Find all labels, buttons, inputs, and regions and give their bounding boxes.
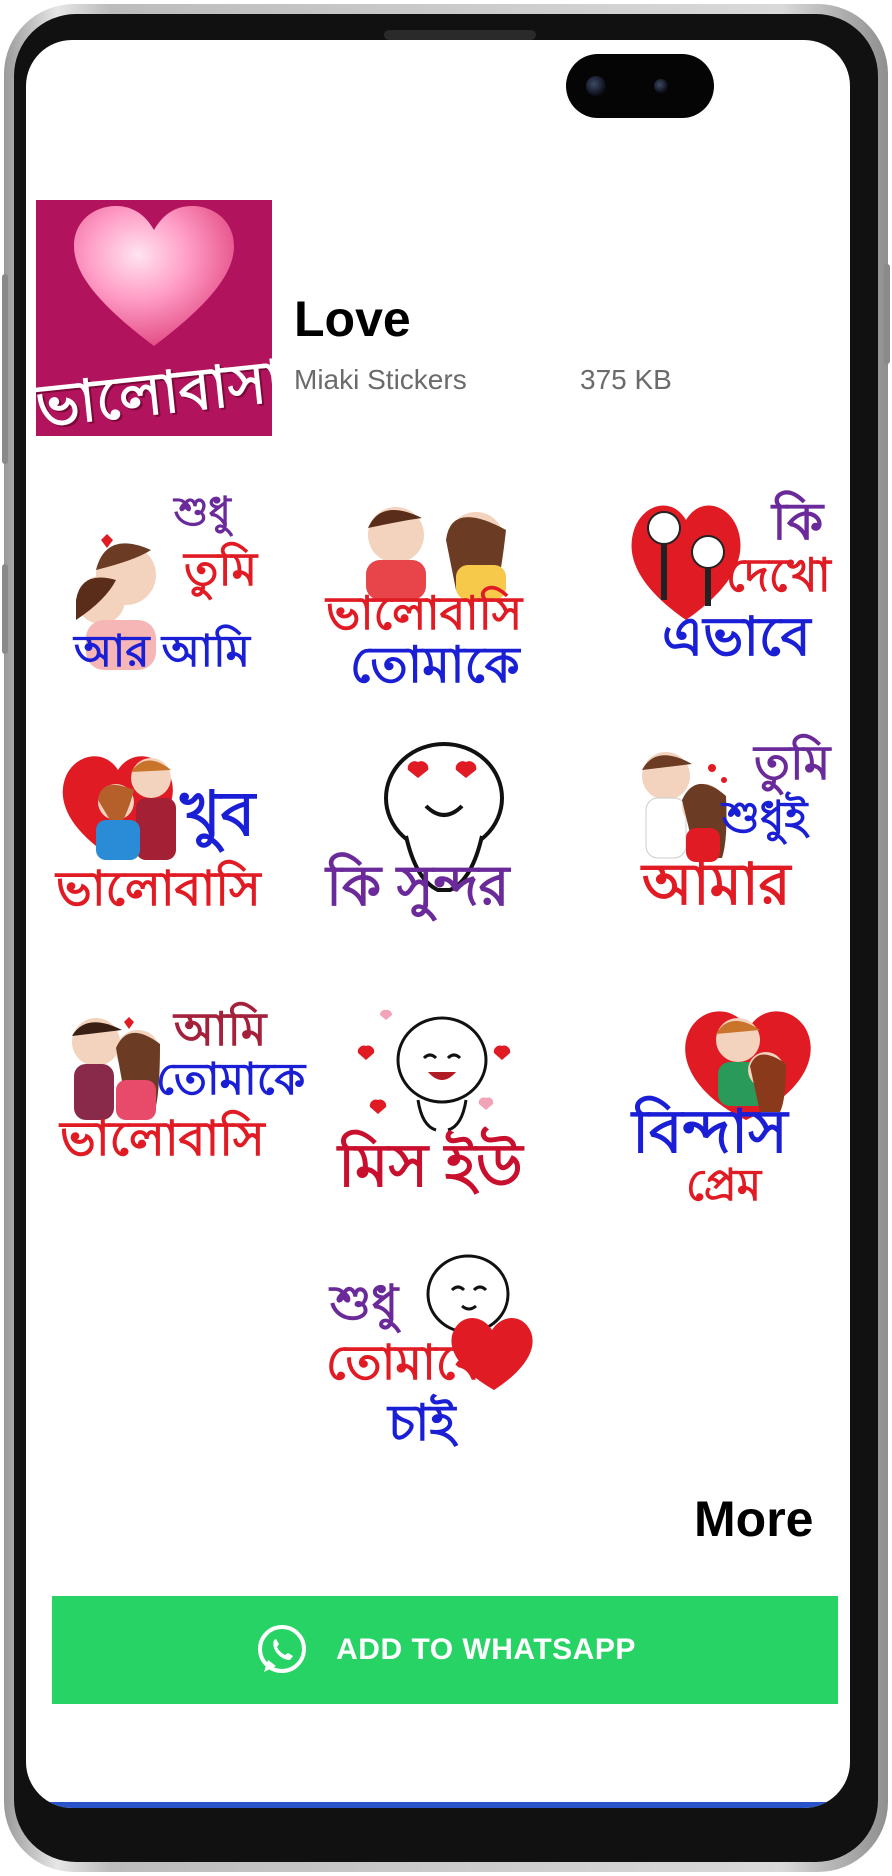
- couple-illustration: [76, 534, 156, 670]
- sticker-text: ভালোবাসি: [326, 587, 523, 639]
- sticker-item[interactable]: খুব ভালোবাসি: [56, 740, 286, 970]
- heart-icon: [74, 206, 234, 346]
- sticker-item[interactable]: কি সুন্দর: [326, 740, 556, 970]
- sticker-text: শুধুই: [722, 793, 808, 842]
- sticker-text: এভাবে: [662, 607, 811, 667]
- sticker-text: কি সুন্দর: [326, 854, 510, 917]
- sticker-text: মিস ইউ: [338, 1132, 523, 1199]
- sticker-item[interactable]: আমি তোমাকে ভালোবাসি: [56, 1000, 305, 1230]
- power-button: [2, 274, 8, 464]
- add-to-whatsapp-label: ADD TO WHATSAPP: [336, 1633, 636, 1666]
- sticker-text: বিন্দাস: [632, 1098, 788, 1165]
- whatsapp-icon: [258, 1625, 307, 1673]
- front-camera-cutout: [566, 54, 714, 118]
- pack-publisher: Miaki Stickers: [294, 364, 467, 395]
- sticker-item[interactable]: শুধু তুমি আর আমি: [56, 490, 286, 720]
- sticker-text: ভালোবাসি: [60, 1113, 265, 1166]
- pack-header: ভালোবাসা Love Miaki Stickers 375 KB: [36, 200, 836, 440]
- camera-lens-icon: [586, 76, 606, 96]
- tray-text: ভালোবাসা: [36, 348, 272, 436]
- sticker-text: তুমি: [754, 737, 831, 790]
- sticker-text: দেখো: [726, 549, 831, 601]
- sticker-text: তোমাকে: [156, 1055, 306, 1104]
- bixby-button: [884, 264, 890, 364]
- sticker-text: তুমি: [184, 543, 258, 595]
- sticker-text: শুধু: [330, 1277, 399, 1330]
- earpiece-speaker: [384, 30, 536, 40]
- more-button[interactable]: More: [694, 1490, 813, 1548]
- sticker-text: প্রেম: [686, 1161, 762, 1210]
- sticker-item[interactable]: তুমি শুধুই আমার: [626, 740, 850, 970]
- sticker-text: আমার: [642, 852, 791, 917]
- sticker-text: তোমাকে: [326, 1337, 489, 1390]
- heart-couple-illustration: [62, 756, 176, 860]
- pack-title: Love: [294, 291, 411, 347]
- add-to-whatsapp-button[interactable]: ADD TO WHATSAPP: [52, 1596, 838, 1704]
- volume-button: [2, 564, 8, 654]
- sticker-text: তোমাকে: [350, 637, 520, 693]
- pack-size: 375 KB: [580, 364, 672, 395]
- sticker-text: আমি: [174, 1003, 267, 1055]
- sticker-item[interactable]: কি দেখো এভাবে: [626, 490, 850, 720]
- app-screen: ভালোবাসা Love Miaki Stickers 375 KB শুধু…: [26, 40, 850, 1808]
- sticker-text: কি: [772, 493, 824, 551]
- sticker-text: খুব: [180, 780, 256, 849]
- navigation-bar-edge: [26, 1802, 850, 1808]
- camera-lens-icon: [654, 79, 668, 93]
- sticker-item[interactable]: শুধু তোমাকে চাই: [326, 1250, 556, 1480]
- sticker-text: শুধু: [174, 490, 231, 534]
- sticker-text: ভালোবাসি: [56, 863, 261, 916]
- sticker-text: আর আমি: [74, 627, 251, 676]
- sticker-text: চাই: [388, 1395, 456, 1451]
- sticker-item[interactable]: মিস ইউ: [326, 1000, 556, 1230]
- sticker-item[interactable]: বিন্দাস প্রেম: [626, 1000, 850, 1230]
- pack-tray-icon: ভালোবাসা: [36, 200, 272, 436]
- sticker-item[interactable]: ভালোবাসি তোমাকে: [326, 490, 556, 720]
